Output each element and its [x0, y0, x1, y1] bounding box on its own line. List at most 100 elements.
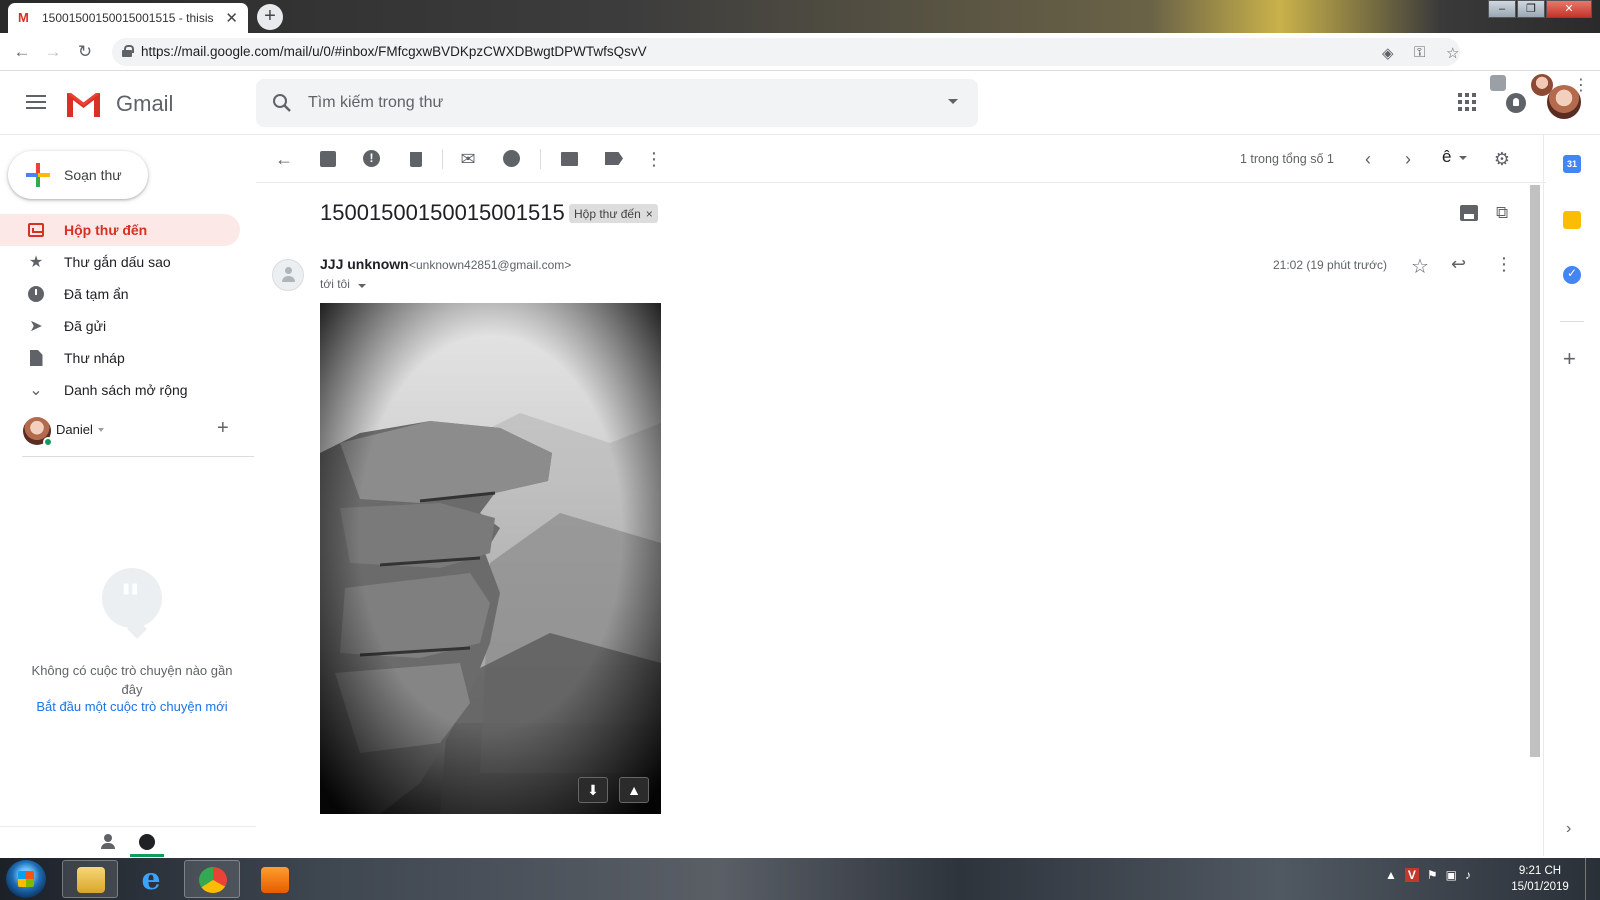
eye-icon[interactable]: ◈: [1382, 44, 1394, 62]
taskbar-clock[interactable]: 9:21 CH 15/01/2019: [1505, 863, 1575, 895]
network-icon[interactable]: ▣: [1446, 868, 1457, 882]
report-spam-icon[interactable]: !: [362, 149, 382, 169]
remove-label-icon[interactable]: ×: [646, 207, 653, 221]
taskbar-ie[interactable]: e: [122, 860, 178, 898]
file-explorer-icon: [77, 867, 105, 893]
taskbar-chrome[interactable]: [184, 860, 240, 898]
chrome-icon: [199, 867, 227, 893]
sidebar-item-more[interactable]: ⌄ Danh sách mở rộng: [0, 374, 240, 406]
browser-tab[interactable]: M 15001500150015001515 - thisis ✕: [8, 3, 248, 33]
recipient-text: tới tôi: [320, 277, 350, 291]
input-tools-caret-icon[interactable]: [1459, 156, 1467, 160]
sidebar-item-sent[interactable]: ➤ Đã gửi: [0, 310, 240, 342]
tab-close-icon[interactable]: ✕: [225, 9, 238, 27]
hangouts-user-name[interactable]: Daniel: [56, 422, 93, 437]
no-chat-message: Không có cuộc trò chuyện nào gần đây: [31, 663, 233, 697]
address-bar[interactable]: https://mail.google.com/mail/u/0/#inbox/…: [112, 38, 1460, 66]
new-conversation-plus-icon[interactable]: +: [217, 417, 229, 440]
sidebar-item-snoozed[interactable]: Đã tạm ẩn: [0, 278, 240, 310]
inbox-label-chip: Hộp thư đến ×: [569, 204, 658, 223]
star-icon[interactable]: ☆: [1411, 254, 1429, 279]
draft-icon: [26, 348, 46, 368]
sender-name[interactable]: JJJ unknown: [320, 256, 409, 272]
search-bar: [256, 79, 978, 127]
expand-panel-chevron-icon[interactable]: ›: [1566, 820, 1571, 838]
window-minimize-button[interactable]: –: [1488, 0, 1516, 18]
taskbar-explorer[interactable]: [62, 860, 118, 898]
reload-icon[interactable]: ↻: [75, 42, 95, 62]
windows-taskbar: e: [0, 858, 1600, 900]
system-tray: ▲ V ⚑ ▣ ♪: [1385, 868, 1471, 882]
archive-icon[interactable]: [318, 149, 338, 169]
mark-unread-icon[interactable]: ✉: [458, 149, 478, 169]
label-icon[interactable]: [604, 149, 624, 169]
url-text[interactable]: https://mail.google.com/mail/u/0/#inbox/…: [141, 44, 647, 59]
gmail-logo-icon[interactable]: [65, 90, 102, 117]
back-arrow-icon[interactable]: ←: [12, 42, 32, 62]
start-chat-link[interactable]: Bắt đầu một cuộc trò chuyện mới: [22, 699, 242, 714]
tasks-icon[interactable]: [1563, 266, 1581, 284]
move-to-icon[interactable]: [560, 149, 580, 169]
main-menu-icon[interactable]: [26, 95, 46, 109]
search-input[interactable]: [308, 91, 908, 115]
forward-arrow-icon[interactable]: →: [43, 42, 63, 62]
calendar-icon[interactable]: 31: [1563, 155, 1581, 173]
reply-icon[interactable]: ↩: [1451, 254, 1466, 275]
search-icon[interactable]: [270, 91, 294, 115]
bookmark-star-icon[interactable]: ☆: [1446, 44, 1459, 62]
email-subject: 15001500150015001515: [320, 200, 565, 225]
newer-chevron-icon[interactable]: ‹: [1358, 149, 1378, 169]
show-hidden-icons-icon[interactable]: ▲: [1385, 868, 1397, 882]
hangouts-icon[interactable]: [130, 827, 164, 857]
sidebar-item-starred[interactable]: ★ Thư gắn dấu sao: [0, 246, 240, 278]
hangouts-status-caret-icon[interactable]: [98, 428, 104, 432]
action-center-flag-icon[interactable]: ⚑: [1427, 868, 1438, 882]
show-details-caret-icon[interactable]: [358, 284, 366, 288]
delete-icon[interactable]: [406, 149, 426, 169]
start-menu-button[interactable]: [6, 860, 46, 898]
print-icon[interactable]: [1460, 205, 1478, 221]
compose-plus-icon: [20, 157, 56, 193]
window-close-button[interactable]: ✕: [1546, 0, 1592, 18]
sidebar-item-inbox[interactable]: Hộp thư đến: [0, 214, 240, 246]
hangouts-user-row: Daniel +: [22, 417, 254, 457]
notifications-icon[interactable]: [1506, 93, 1526, 113]
settings-gear-icon[interactable]: ⚙: [1492, 149, 1512, 169]
message-time: 21:02 (19 phút trước): [1273, 258, 1387, 272]
open-in-new-window-icon[interactable]: ⧉: [1496, 203, 1508, 223]
get-addons-plus-icon[interactable]: +: [1563, 346, 1576, 372]
input-tools-indicator[interactable]: ê: [1442, 147, 1451, 167]
volume-icon[interactable]: ♪: [1465, 868, 1471, 882]
key-icon[interactable]: ⚿: [1414, 44, 1425, 61]
more-options-icon[interactable]: ⋮: [1495, 254, 1513, 275]
gmail-favicon-icon: M: [18, 10, 29, 25]
browser-toolbar: ← → ↻ https://mail.google.com/mail/u/0/#…: [0, 33, 1600, 96]
taskbar-media[interactable]: [246, 860, 302, 898]
media-player-icon: [261, 867, 289, 893]
sidebar-item-drafts[interactable]: Thư nháp: [0, 342, 240, 374]
show-desktop-button[interactable]: [1585, 858, 1600, 900]
snooze-icon[interactable]: [502, 149, 522, 169]
keep-icon[interactable]: [1563, 211, 1581, 229]
back-to-inbox-icon[interactable]: ←: [274, 149, 294, 169]
new-tab-button[interactable]: +: [257, 4, 283, 30]
account-avatar[interactable]: [1547, 85, 1581, 119]
browser-tab-strip: M 15001500150015001515 - thisis ✕ + – ❐ …: [0, 0, 1600, 33]
window-restore-button[interactable]: ❐: [1517, 0, 1545, 18]
save-to-drive-icon[interactable]: ▲: [619, 777, 649, 803]
sidebar-item-label: Thư gắn dấu sao: [64, 254, 171, 270]
contacts-icon[interactable]: [100, 834, 116, 850]
content-scrollbar[interactable]: [1530, 185, 1540, 757]
window-controls: – ❐ ✕: [1487, 0, 1592, 18]
antivirus-icon[interactable]: V: [1404, 868, 1419, 882]
search-options-caret-icon[interactable]: [948, 99, 958, 104]
compose-button[interactable]: Soạn thư: [8, 151, 148, 199]
google-apps-icon[interactable]: [1458, 93, 1476, 111]
more-actions-icon[interactable]: ⋮: [644, 149, 664, 169]
older-chevron-icon[interactable]: ›: [1398, 149, 1418, 169]
pager-text: 1 trong tổng số 1: [1240, 152, 1334, 166]
image-attachment[interactable]: ⬇ ▲: [320, 303, 661, 814]
download-icon[interactable]: ⬇: [578, 777, 608, 803]
send-icon: ➤: [29, 318, 43, 335]
sidebar-item-label: Đã gửi: [64, 318, 107, 334]
